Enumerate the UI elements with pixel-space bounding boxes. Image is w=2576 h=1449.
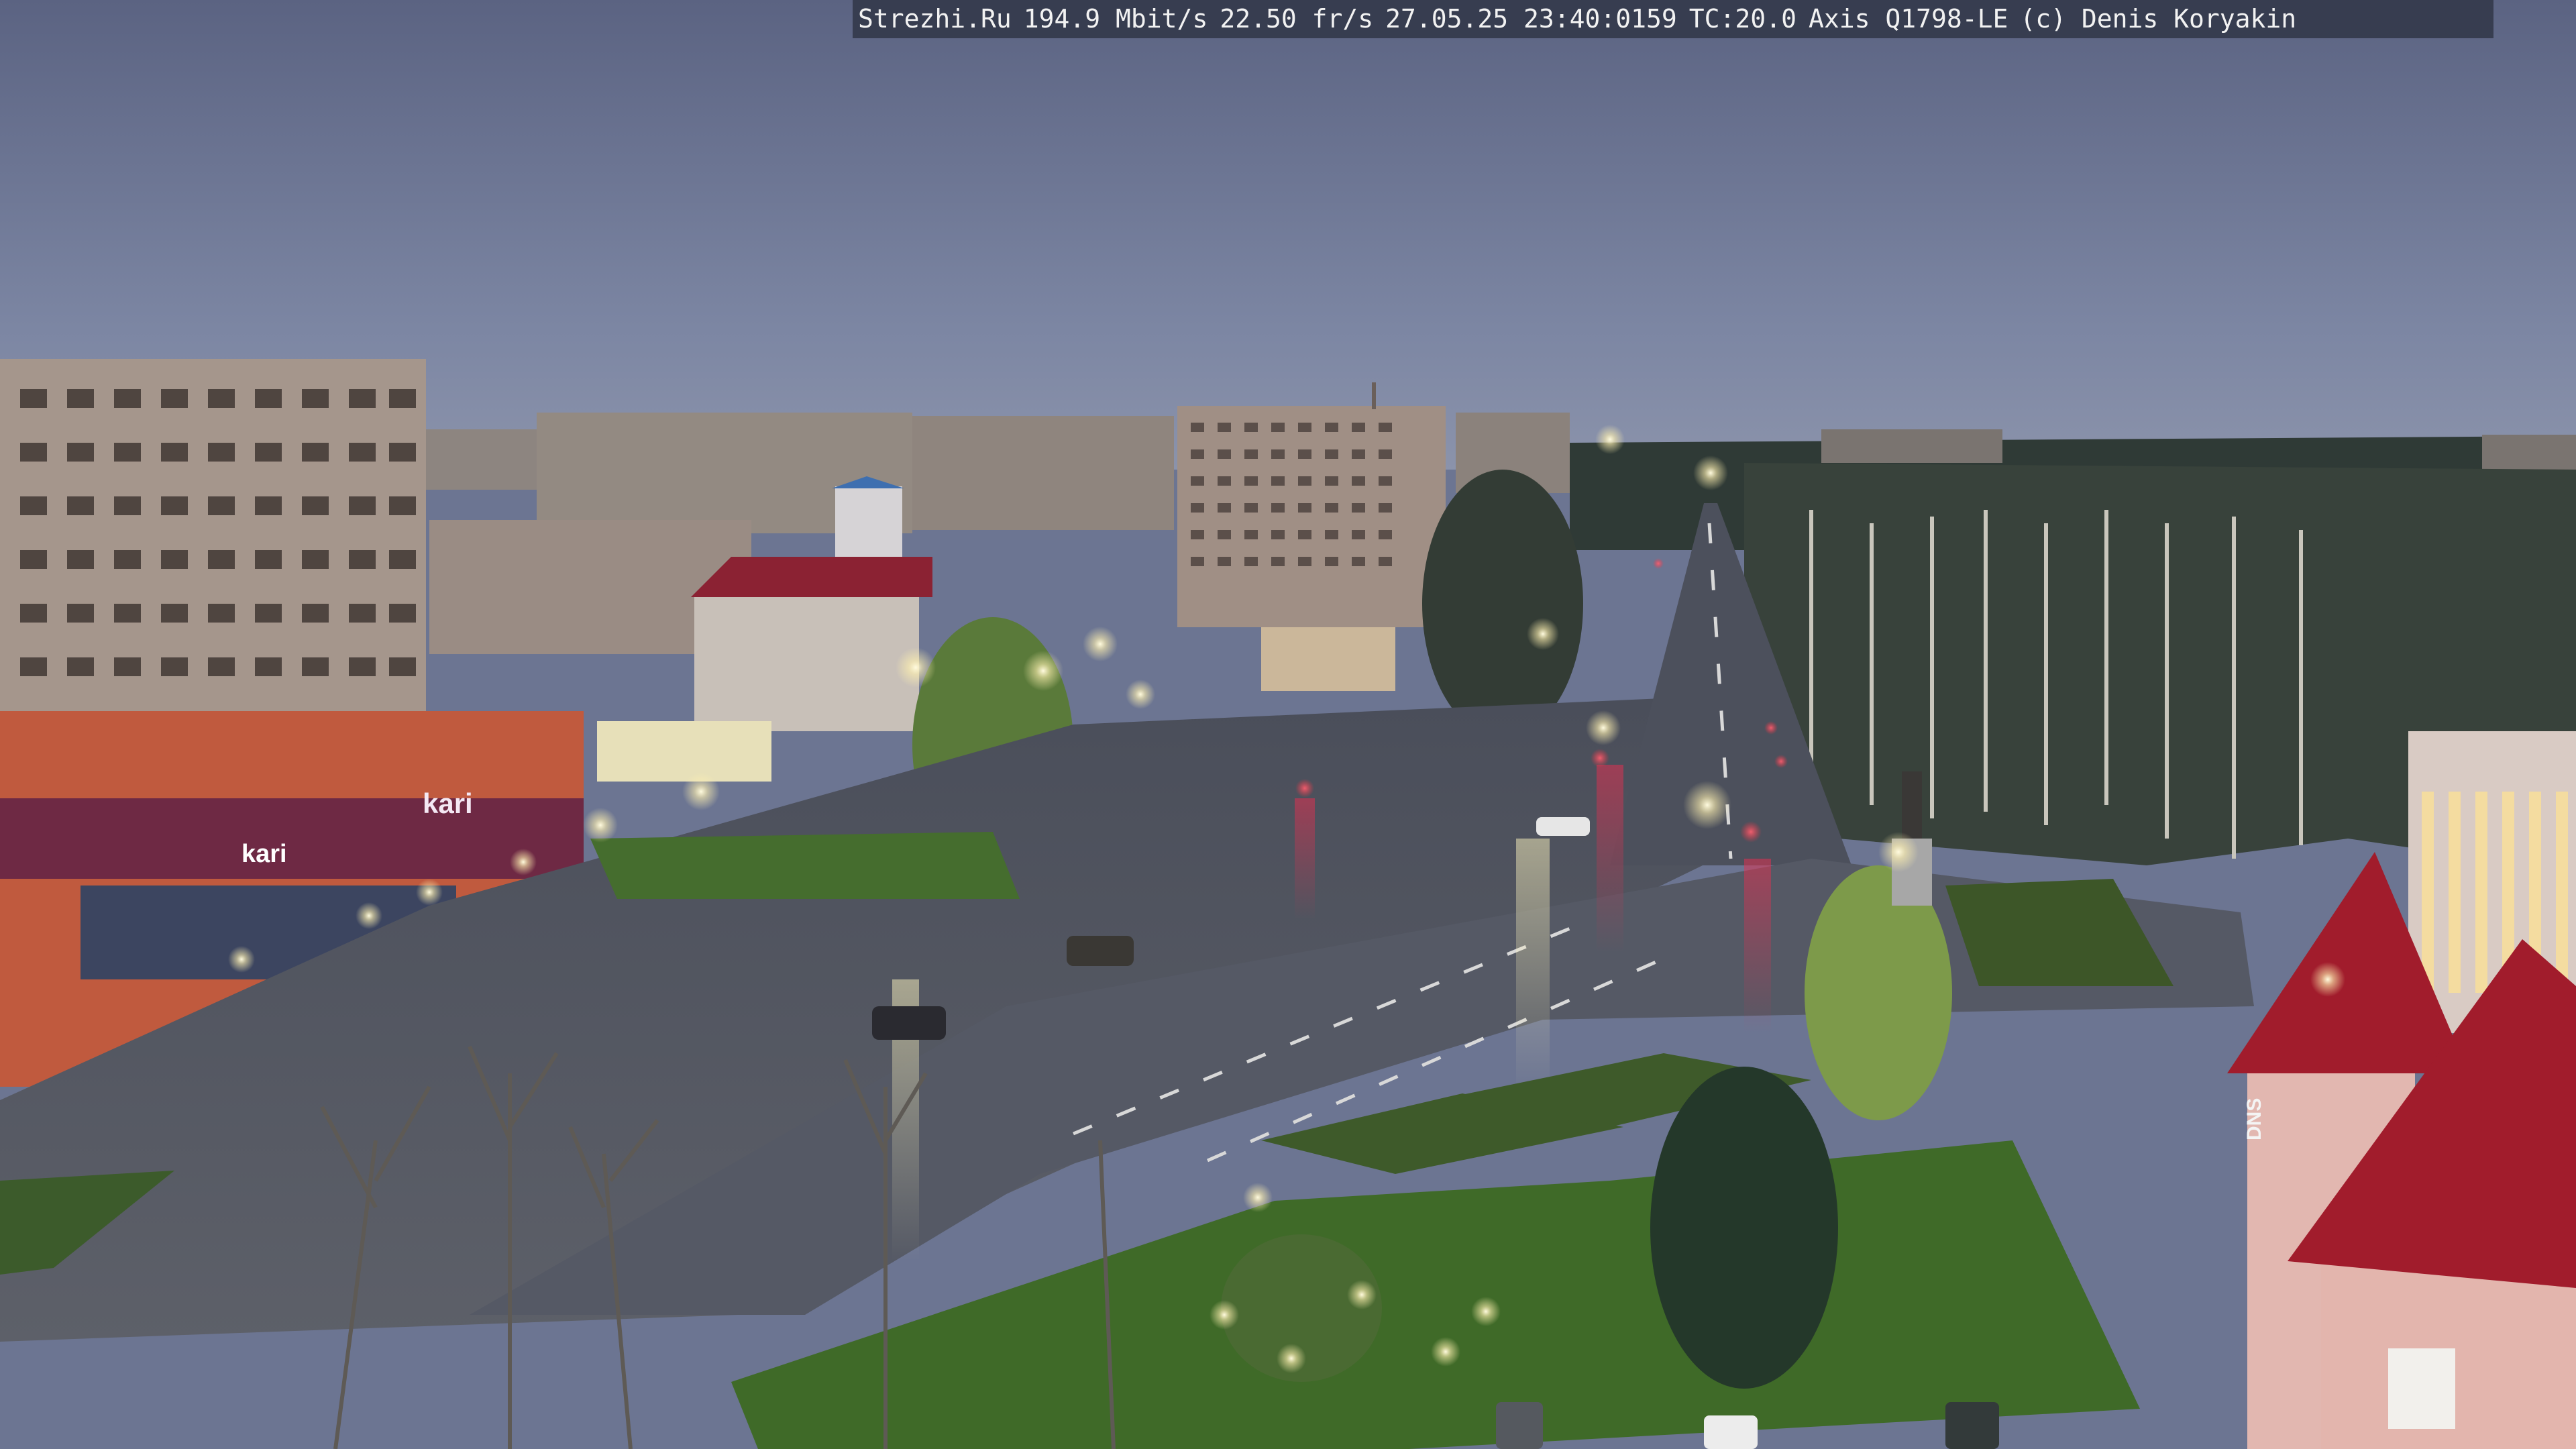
- car-center-left: [872, 1006, 946, 1040]
- lawn-right: [1945, 879, 2174, 986]
- overlay-copyright: (c) Denis Koryakin: [2020, 4, 2297, 34]
- pavilion-building: [1261, 627, 1395, 691]
- overlay-site: Strezhi.Ru: [858, 4, 1012, 34]
- camera-info-overlay: Strezhi.Ru 194.9 Mbit/s 22.50 fr/s 27.05.25…: [853, 0, 2493, 38]
- car-plaza: [1067, 936, 1134, 966]
- dns-window-turret: [2388, 1348, 2455, 1429]
- tree-cluster-mid: [1422, 470, 1583, 738]
- overlay-tc: TC:20.0: [1688, 4, 1796, 34]
- overlay-camera-model: Axis Q1798-LE: [1808, 4, 2008, 34]
- reflection-white-2: [1516, 839, 1550, 1093]
- dns-sign: DNS: [2243, 1098, 2265, 1140]
- blue-roof-tower: [835, 486, 902, 557]
- distant-building-right: [1821, 429, 2002, 463]
- kiosk-green-roof: [597, 721, 771, 782]
- reflection-red-1: [1597, 765, 1623, 953]
- lawn-plaza: [590, 832, 1020, 899]
- overlay-datetime: 27.05.25 23:40:0159: [1385, 4, 1677, 34]
- car-foreground-3: [1945, 1402, 1999, 1449]
- kari-sign: kari: [423, 788, 473, 819]
- webcam-street-scene: kari kari DNS: [0, 0, 2576, 1449]
- red-roof-building: [694, 597, 919, 731]
- tower-antenna: [1372, 382, 1376, 409]
- apartment-tower-center: [1177, 406, 1446, 627]
- fir-tree: [1650, 1067, 1838, 1389]
- overlay-bitrate: 194.9 Mbit/s: [1023, 4, 1208, 34]
- reflection-red-2: [1744, 859, 1771, 1033]
- distant-building-far-right: [2482, 435, 2576, 472]
- apartment-block-back-3: [912, 416, 1174, 530]
- car-avenue-white: [1536, 817, 1590, 836]
- reflection-red-3: [1295, 798, 1315, 919]
- red-roof: [691, 557, 932, 597]
- car-foreground-1: [1496, 1402, 1543, 1449]
- overlay-framerate: 22.50 fr/s: [1220, 4, 1374, 34]
- storefront-band: [0, 798, 584, 879]
- car-foreground-2: [1704, 1415, 1758, 1449]
- monument-statue: [1902, 771, 1922, 839]
- kari-sign-small: kari: [241, 840, 287, 868]
